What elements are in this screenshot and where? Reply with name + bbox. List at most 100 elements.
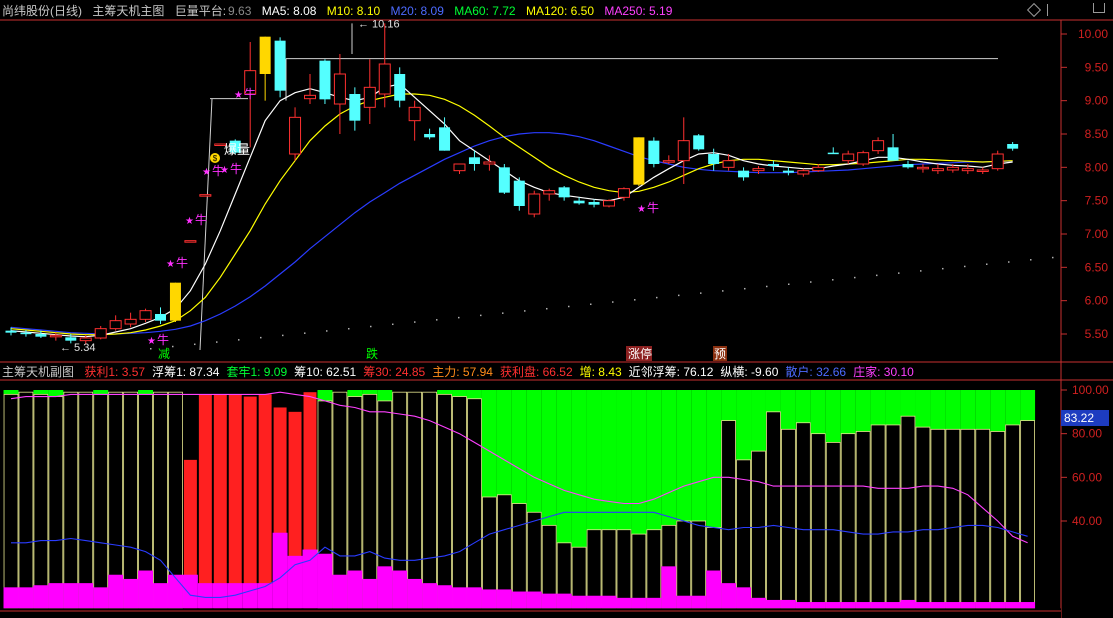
sub-magenta-bar (960, 602, 976, 609)
candle-body (304, 94, 316, 100)
ma60-value: MA60: 7.72 (454, 4, 516, 18)
sub-green-area (571, 390, 587, 548)
support-dot (392, 323, 394, 326)
chart-stage[interactable]: 5.50 6.00 6.50 7.00 7.50 8.00 8.50 9.00 9.50 10.0… (0, 0, 1113, 618)
zhangting-label: 涨停 (628, 346, 652, 361)
sub-magenta-bar (721, 583, 737, 609)
ma5-value: MA5: 8.08 (261, 4, 317, 18)
sub-red-bar (228, 394, 242, 609)
niu-label: 牛 (195, 212, 207, 227)
low-price-label: ← 5.34 (60, 342, 95, 354)
sub-bar (990, 431, 1006, 609)
sub-magenta-bar (900, 599, 916, 609)
candle-body (109, 320, 122, 330)
sub-metric-5: 主力: 57.94 (432, 365, 493, 379)
candle-body (782, 170, 794, 173)
sub-tick-label: 80.00 (1072, 427, 1102, 441)
candle-body (543, 190, 556, 195)
main-indicator-name[interactable]: 主筹天机主图 (92, 4, 164, 18)
candle-body (677, 140, 690, 162)
candle-body (79, 337, 92, 342)
support-dot (326, 330, 328, 332)
sub-magenta-bar (885, 602, 901, 609)
candle-body (139, 310, 152, 320)
stock-title[interactable]: 尚纬股份(日线) (2, 4, 82, 18)
candle-body (857, 152, 870, 165)
sub-green-area (840, 390, 856, 434)
sub-bar (422, 391, 437, 609)
main-chart[interactable]: 5.50 6.00 6.50 7.00 7.50 8.00 8.50 9.00 9.50 10.0… (0, 0, 1113, 618)
sub-bottom-strip (0, 608, 1061, 618)
sub-magenta-bar (571, 595, 587, 609)
sub-bar (153, 391, 168, 609)
sub-bar (78, 391, 94, 609)
sub-magenta-bar (78, 583, 94, 609)
sub-magenta-bar (526, 591, 542, 609)
sub-magenta-bar (108, 574, 124, 609)
sub-metric-8: 近邻浮筹: 76.12 (628, 365, 714, 379)
sub-metric-2: 套牢1: 9.09 (226, 365, 288, 379)
sub-green-area (661, 390, 677, 526)
sub-magenta-bar (182, 574, 198, 609)
sub-bar (676, 520, 692, 609)
candle-body (35, 334, 47, 337)
sub-magenta-bar (167, 574, 183, 609)
sub-bar (646, 529, 662, 609)
price-tick-label: 6.00 (1085, 294, 1109, 308)
yu-label: 预 (714, 347, 726, 361)
sub-green-area (1005, 390, 1021, 425)
support-dot (568, 305, 570, 308)
ma10-line (10, 93, 1013, 336)
star-icon: ★ (166, 259, 175, 270)
sub-bar (407, 391, 423, 609)
candle-body (363, 86, 376, 108)
sub-magenta-bar (795, 602, 811, 609)
sub-red-bar (258, 394, 272, 609)
support-dot (502, 312, 504, 314)
sub-bar (1020, 420, 1035, 609)
candle-body (573, 200, 585, 204)
support-dot (766, 285, 768, 288)
sub-green-area (496, 390, 512, 495)
sub-magenta-bar (945, 602, 961, 609)
support-dot (150, 348, 152, 350)
sub-bar (825, 441, 841, 609)
candle-body (633, 137, 645, 185)
platform-label: 巨量平台: 9.63 (174, 4, 252, 18)
support-dot (304, 332, 306, 334)
sub-magenta-bar (661, 566, 677, 609)
sub-green-area (3, 390, 19, 395)
support-dot (282, 334, 284, 337)
sub-magenta-bar (1005, 602, 1021, 609)
sub-magenta-bar (33, 585, 49, 609)
sub-bar (870, 424, 886, 609)
sub-magenta-bar (153, 583, 168, 609)
support-dot (238, 339, 240, 341)
support-dot (458, 316, 460, 319)
candle-body (513, 180, 525, 206)
support-dot (612, 301, 614, 303)
sub-indicator-name[interactable]: 主筹天机副图 (2, 365, 74, 379)
sub-magenta-bar (780, 599, 796, 609)
sub-tick-label: 40.00 (1072, 514, 1102, 528)
support-dot (744, 287, 746, 290)
sub-bar (945, 428, 961, 609)
sub-red-bar (198, 394, 212, 609)
candle-body (693, 135, 705, 150)
candle-body (752, 168, 765, 172)
sub-magenta-bar (48, 583, 64, 609)
support-dot (216, 341, 218, 343)
sub-magenta-bar (63, 583, 79, 609)
candle-body (887, 147, 899, 161)
window-icon[interactable] (1093, 3, 1105, 13)
sub-magenta-bar (466, 587, 482, 609)
sub-bar (960, 428, 976, 609)
candle-body (708, 154, 720, 164)
candle-body (169, 282, 181, 321)
candle-body (662, 160, 675, 163)
sub-current-value: 83.22 (1061, 410, 1109, 426)
support-dot (876, 274, 878, 277)
sub-tick-label: 100.00 (1072, 383, 1109, 397)
price-tick-label: 9.00 (1085, 94, 1109, 108)
candle-body (453, 163, 466, 172)
